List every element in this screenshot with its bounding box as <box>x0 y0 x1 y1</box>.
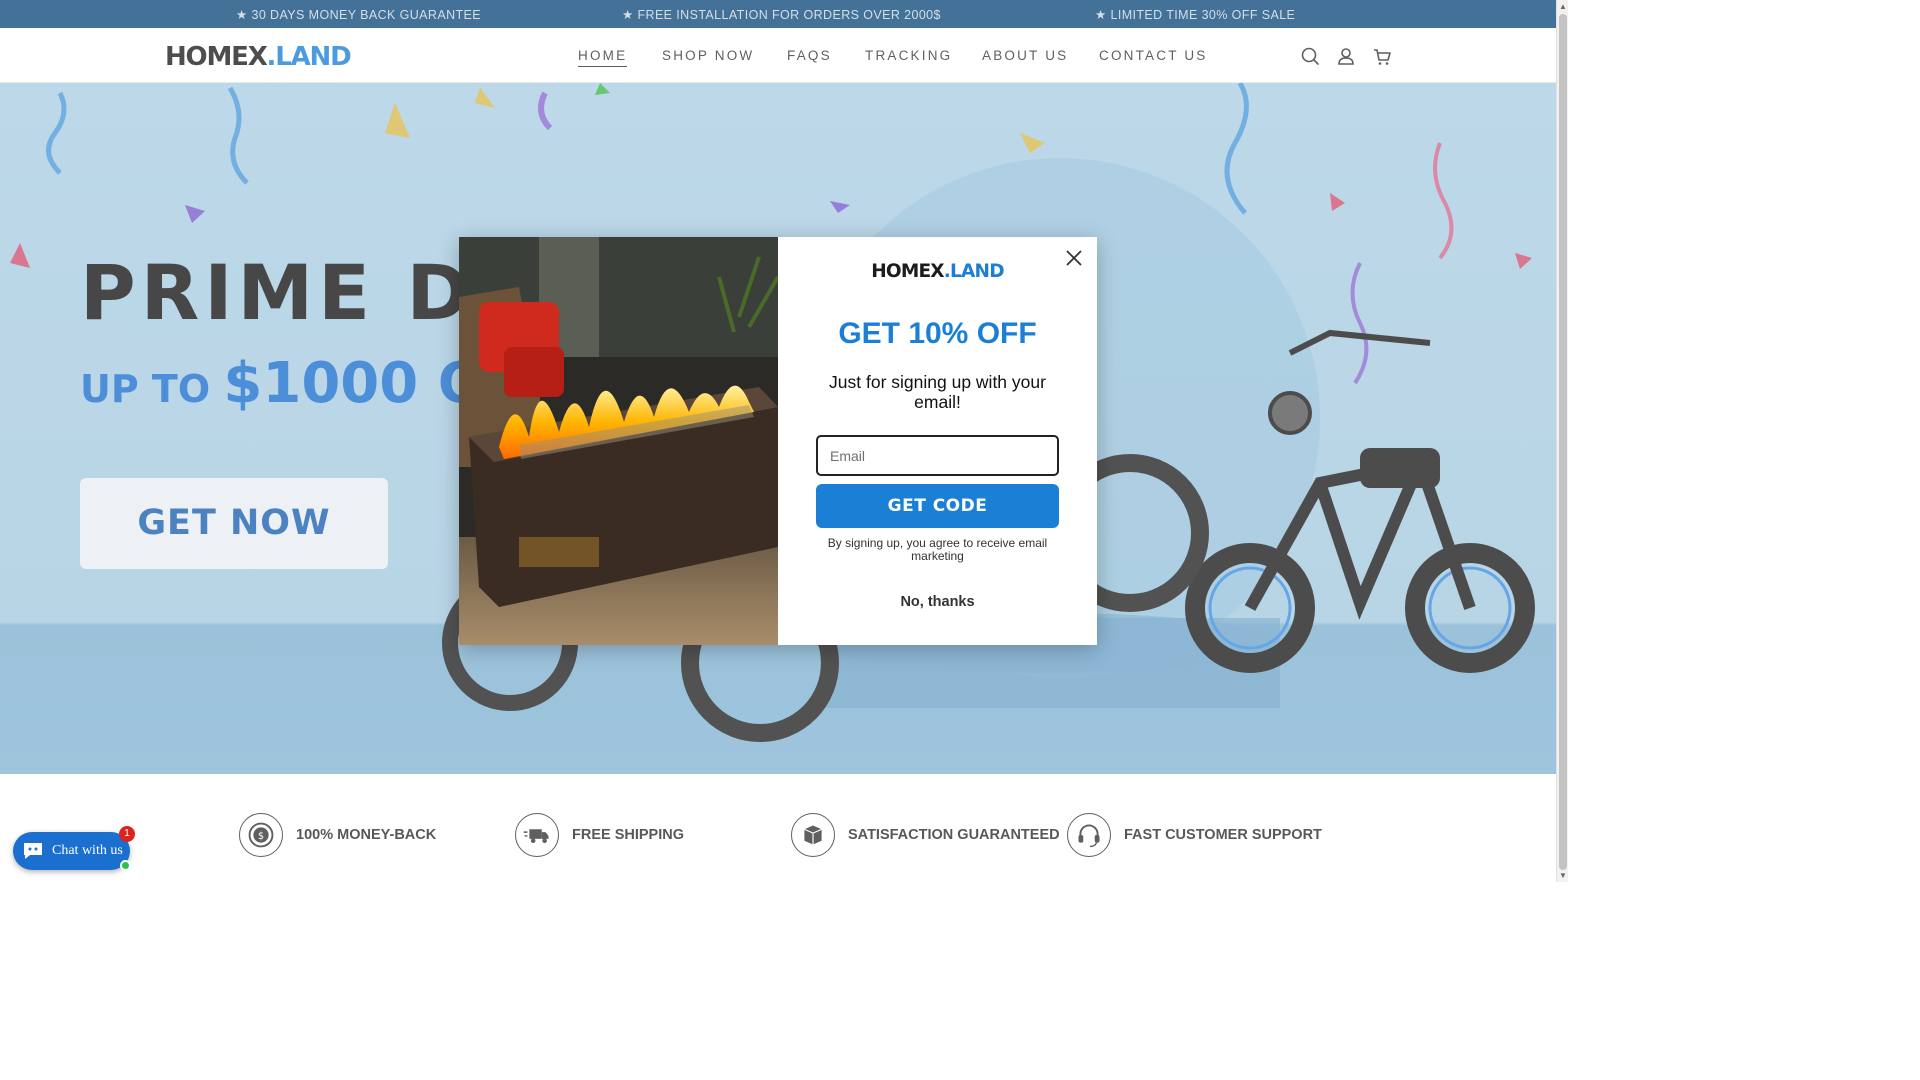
chat-unread-badge: 1 <box>119 826 135 842</box>
chat-bubble-icon <box>24 843 42 859</box>
no-thanks-link[interactable]: No, thanks <box>778 594 1097 610</box>
email-input[interactable] <box>816 435 1059 476</box>
scrollbar-thumb[interactable] <box>1559 14 1567 870</box>
fire-table-illustration <box>459 237 778 645</box>
scroll-down-icon[interactable]: ▼ <box>1559 871 1567 880</box>
popup-form-panel: HOMEX.LAND GET 10% OFF Just for signing … <box>778 237 1097 645</box>
scroll-up-icon[interactable]: ▲ <box>1559 2 1567 11</box>
popup-logo: HOMEX.LAND <box>778 261 1097 282</box>
close-icon[interactable] <box>1063 247 1085 269</box>
online-status-dot <box>120 860 131 871</box>
popup-description: Just for signing up with your email! <box>829 372 1046 412</box>
popup-heading: GET 10% OFF <box>838 317 1037 350</box>
fire-table-product-image <box>459 237 778 645</box>
signup-popup: HOMEX.LAND GET 10% OFF Just for signing … <box>459 237 1097 645</box>
chat-widget-button[interactable]: Chat with us <box>13 832 130 870</box>
get-code-button[interactable]: GET CODE <box>816 484 1059 528</box>
popup-logo-primary: HOMEX <box>871 261 944 282</box>
page-scrollbar[interactable]: ▲ ▼ <box>1556 0 1568 882</box>
popup-logo-accent: LAND <box>950 261 1005 282</box>
signup-disclaimer: By signing up, you agree to receive emai… <box>827 536 1048 563</box>
chat-label: Chat with us <box>52 843 123 858</box>
